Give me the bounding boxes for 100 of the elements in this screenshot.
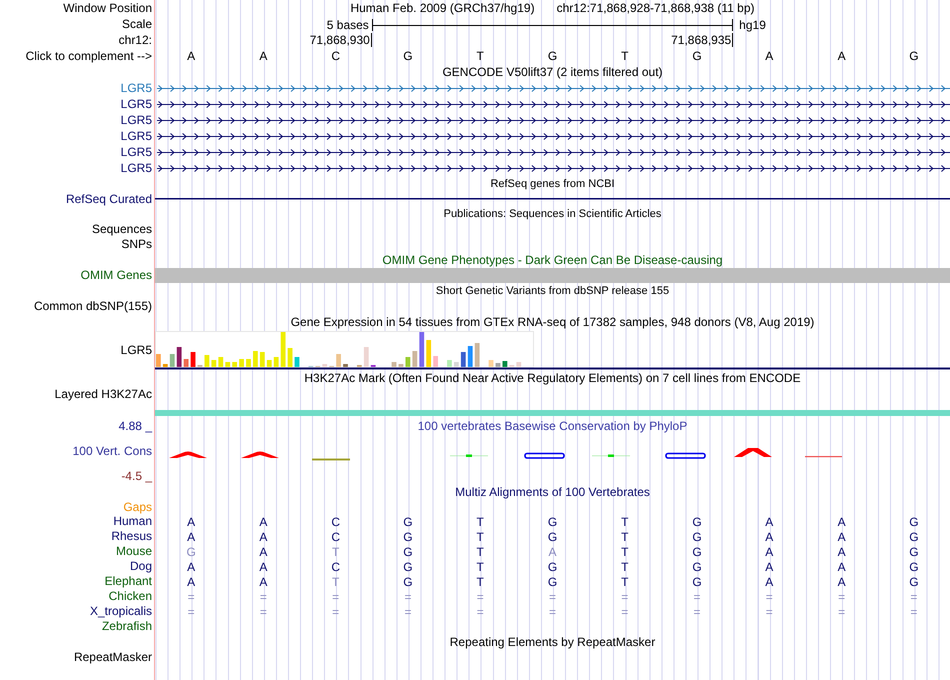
coordinate-label: 71,868,930 (310, 33, 372, 47)
alignment-base: A (764, 576, 774, 588)
scale-text: 5 bases (326, 17, 370, 34)
alignment-base: A (186, 530, 196, 542)
alignment-base: A (836, 530, 847, 542)
track-title: OMIM Gene Phenotypes - Dark Green Can Be Disease-causing (382, 254, 723, 266)
base-letter[interactable]: T (588, 50, 661, 62)
track-label[interactable]: LGR5 (120, 81, 152, 95)
alignment-base: G (908, 560, 920, 572)
track-title: Publications: Sequences in Scientific Articles (444, 208, 662, 220)
alignment-base: G (908, 516, 920, 528)
track-label[interactable]: X_tropicalis (90, 604, 152, 618)
alignment-base: = (331, 590, 340, 602)
track-label[interactable]: LGR5 (120, 129, 152, 143)
alignment-base: A (836, 546, 847, 558)
base-letter[interactable]: A (733, 50, 806, 62)
alignment-base: G (908, 546, 920, 558)
track-label[interactable]: -4.5 _ (121, 469, 152, 483)
track-label[interactable]: Common dbSNP(155) (34, 299, 152, 313)
complement-link[interactable]: Click to complement --> (26, 49, 152, 63)
alignment-base: = (476, 606, 485, 618)
alignment-base: G (402, 560, 414, 572)
alignment-base: A (547, 546, 558, 558)
gene-feature[interactable] (156, 101, 950, 108)
alignment-base: T (476, 516, 485, 528)
track-label[interactable]: Dog (130, 559, 152, 573)
alignment-base: C (330, 516, 341, 528)
alignment-base: G (185, 546, 197, 558)
base-letter[interactable]: A (155, 50, 228, 62)
base-letter[interactable]: G (516, 50, 589, 62)
track-label[interactable]: RefSeq Curated (66, 192, 152, 206)
alignment-base: A (258, 560, 268, 572)
track-label[interactable]: Elephant (104, 574, 152, 588)
alignment-base: = (258, 590, 268, 602)
alignment-base: T (331, 546, 340, 558)
row-label[interactable]: Scale (122, 17, 152, 31)
gene-feature[interactable] (156, 149, 950, 156)
alignment-base: = (548, 606, 557, 618)
alignment-base: G (402, 516, 414, 528)
track-label[interactable]: LGR5 (120, 343, 152, 357)
alignment-base: G (546, 530, 558, 542)
alignment-base: G (908, 576, 920, 588)
position-text: chr12:71,868,928-71,868,938 (11 bp) (556, 2, 755, 14)
alignment-base: T (476, 546, 485, 558)
alignment-base: = (837, 590, 846, 602)
track-label[interactable]: LGR5 (120, 97, 152, 111)
track-title: Repeating Elements by RepeatMasker (450, 636, 656, 648)
base-letter[interactable]: A (227, 50, 300, 62)
alignment-base: G (546, 516, 558, 528)
track-label[interactable]: Sequences (92, 222, 152, 236)
track-label[interactable]: Mouse (116, 544, 152, 558)
base-letter[interactable]: C (300, 50, 372, 62)
alignment-base: A (836, 516, 847, 528)
track-title: H3K27Ac Mark (Often Found Near Active Regulatory Elements) on 7 cell lines from ENCODE (304, 372, 801, 384)
alignment-base: = (909, 606, 918, 618)
gene-feature[interactable] (156, 133, 950, 140)
alignment-base: T (620, 516, 630, 528)
alignment-base: = (764, 606, 774, 618)
alignment-base: G (691, 516, 703, 528)
track-label[interactable]: Zebrafish (102, 619, 152, 633)
alignment-base: A (258, 516, 268, 528)
track-title: GENCODE V50lift37 (2 items filtered out) (442, 66, 663, 78)
base-letter[interactable]: G (660, 50, 734, 62)
track-label[interactable]: LGR5 (120, 161, 152, 175)
track-label[interactable]: 100 Vert. Cons (72, 444, 152, 458)
base-letter[interactable]: T (444, 50, 516, 62)
alignment-base: = (764, 590, 774, 602)
track-label[interactable]: OMIM Genes (80, 268, 152, 282)
track-label[interactable]: Human (113, 514, 152, 528)
alignment-base: T (620, 576, 630, 588)
alignment-base: = (909, 590, 918, 602)
alignment-base: T (476, 530, 485, 542)
track-title: RefSeq genes from NCBI (490, 178, 615, 190)
alignment-base: T (620, 546, 630, 558)
gene-feature[interactable] (156, 117, 950, 124)
row-label[interactable]: chr12: (118, 33, 152, 47)
base-letter[interactable]: A (805, 50, 878, 62)
alignment-base: = (403, 590, 412, 602)
row-label[interactable]: Window Position (63, 1, 152, 15)
track-label[interactable]: Rhesus (111, 529, 152, 543)
alignment-base: = (837, 606, 846, 618)
track-label[interactable]: RepeatMasker (74, 650, 152, 664)
base-letter[interactable]: G (372, 50, 444, 62)
alignment-base: = (476, 590, 485, 602)
base-letter[interactable]: G (878, 50, 950, 62)
track-label[interactable]: SNPs (121, 237, 152, 251)
track-label[interactable]: LGR5 (120, 145, 152, 159)
track-title: Multiz Alignments of 100 Vertebrates (455, 486, 650, 498)
track-title: Short Genetic Variants from dbSNP release 155 (436, 286, 670, 296)
alignment-base: G (546, 560, 558, 572)
track-label[interactable]: Layered H3K27Ac (54, 387, 152, 401)
alignment-base: G (908, 530, 920, 542)
track-label[interactable]: 4.88 _ (118, 419, 152, 433)
track-label[interactable]: LGR5 (120, 113, 152, 127)
alignment-base: = (620, 590, 630, 602)
track-label[interactable]: Chicken (108, 589, 152, 603)
alignment-base: A (186, 576, 196, 588)
track-title: Gene Expression in 54 tissues from GTEx RNA-seq of 17382 samples, 948 donors (V8, Aug 2019) (290, 316, 814, 328)
gene-feature[interactable] (156, 165, 950, 172)
alignment-base: = (258, 606, 268, 618)
